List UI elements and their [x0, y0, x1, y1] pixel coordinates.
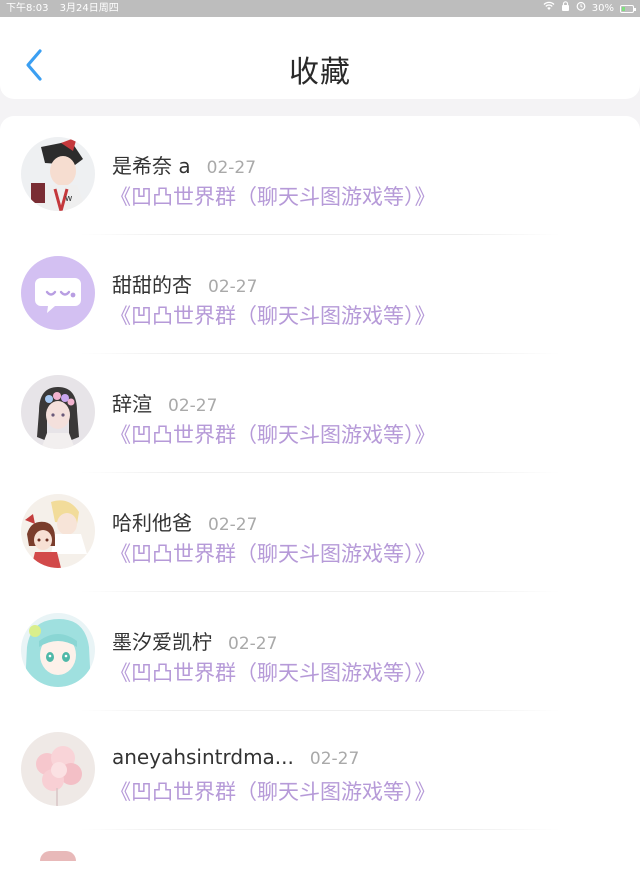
lock-icon — [561, 0, 570, 17]
status-time: 下午8:03 — [6, 3, 49, 14]
name-row: 是希奈 a 02-27 — [112, 150, 256, 179]
page-title: 收藏 — [289, 55, 351, 90]
list-item[interactable]: aneyahsintrdma... 02-27 《凹凸世界群（聊天斗图游戏等）》 — [0, 711, 640, 830]
status-bar: 下午8:03 3月24日周四 30% — [0, 0, 640, 17]
avatar[interactable] — [21, 256, 95, 330]
purple-chat-bubble-avatar — [21, 256, 95, 330]
name-row: 墨汐爱凯柠 02-27 — [112, 626, 277, 655]
battery-text: 30% — [591, 3, 614, 14]
item-name: 甜甜的杏 — [112, 273, 192, 297]
svg-text:w: w — [65, 194, 72, 204]
list-item[interactable]: 哈利他爸 02-27 《凹凸世界群（聊天斗图游戏等）》 — [0, 473, 640, 592]
item-date: 02-27 — [168, 396, 218, 416]
anime-couple-avatar — [21, 494, 95, 568]
item-group-link[interactable]: 《凹凸世界群（聊天斗图游戏等）》 — [110, 419, 436, 449]
avatar[interactable] — [21, 375, 95, 449]
list-item[interactable]: 辞渲 02-27 《凹凸世界群（聊天斗图游戏等）》 — [0, 354, 640, 473]
status-left: 下午8:03 3月24日周四 — [6, 0, 127, 17]
name-row: 辞渲 02-27 — [112, 388, 217, 417]
item-date: 02-27 — [206, 158, 257, 178]
item-name: 墨汐爱凯柠 — [112, 630, 212, 654]
pink-balloons-avatar — [21, 732, 95, 806]
item-date: 02-27 — [208, 277, 258, 297]
anime-boy-red-hair-avatar: w — [21, 137, 95, 211]
wifi-icon — [543, 0, 555, 17]
battery-fill — [622, 6, 625, 11]
name-row: 甜甜的杏 02-27 — [112, 269, 257, 298]
item-group-link[interactable]: 《凹凸世界群（聊天斗图游戏等）》 — [110, 776, 436, 806]
navbar: 收藏 — [0, 17, 640, 99]
anime-girl-flower-crown-avatar — [21, 375, 95, 449]
item-name: aneyahsintrdma... — [112, 745, 294, 769]
list-item[interactable]: 墨汐爱凯柠 02-27 《凹凸世界群（聊天斗图游戏等）》 — [0, 592, 640, 711]
item-date: 02-27 — [309, 749, 360, 769]
item-date: 02-27 — [228, 634, 278, 654]
list-item[interactable]: w 是希奈 a 02-27 《凹凸世界群（聊天斗图游戏等）》 — [0, 116, 640, 235]
list-item[interactable]: 甜甜的杏 02-27 《凹凸世界群（聊天斗图游戏等）》 — [0, 235, 640, 354]
item-name: 辞渲 — [112, 392, 152, 416]
favorites-list: w 是希奈 a 02-27 《凹凸世界群（聊天斗图游戏等）》 甜甜的杏 02-27 … — [0, 116, 640, 876]
avatar[interactable] — [21, 732, 95, 806]
divider — [80, 829, 560, 830]
status-date: 3月24日周四 — [59, 3, 119, 14]
anime-girl-teal-hair-avatar — [21, 613, 95, 687]
item-group-link[interactable]: 《凹凸世界群（聊天斗图游戏等）》 — [110, 538, 436, 568]
alarm-icon — [576, 0, 586, 17]
item-date: 02-27 — [208, 515, 258, 535]
item-group-link[interactable]: 《凹凸世界群（聊天斗图游戏等）》 — [110, 657, 436, 687]
battery-icon — [620, 4, 636, 13]
avatar[interactable]: w — [21, 137, 95, 211]
name-row: 哈利他爸 02-27 — [112, 507, 257, 536]
item-group-link[interactable]: 《凹凸世界群（聊天斗图游戏等）》 — [110, 181, 436, 211]
item-name: 是希奈 a — [112, 154, 191, 178]
name-row: aneyahsintrdma... 02-27 — [112, 745, 359, 769]
avatar[interactable] — [21, 494, 95, 568]
avatar[interactable] — [21, 613, 95, 687]
status-right: 30% — [543, 0, 636, 17]
item-name: 哈利他爸 — [112, 511, 192, 535]
item-group-link[interactable]: 《凹凸世界群（聊天斗图游戏等）》 — [110, 300, 436, 330]
